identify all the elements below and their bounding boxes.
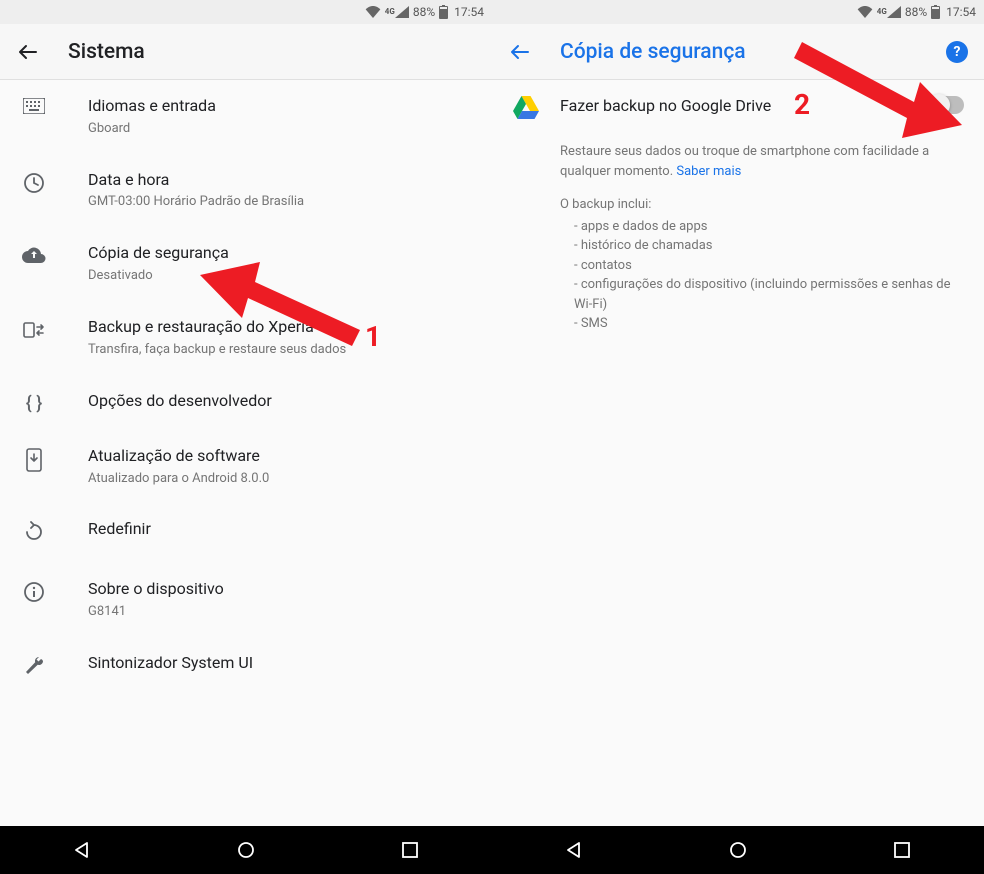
item-software-update[interactable]: Atualização de software Atualizado para … (0, 430, 492, 504)
item-label: Redefinir (88, 519, 476, 540)
nav-recent[interactable] (888, 836, 916, 864)
item-label: Data e hora (88, 170, 476, 191)
item-redefinir[interactable]: Redefinir (0, 503, 492, 563)
bullet-item: SMS (574, 314, 964, 334)
includes-title: O backup inclui: (560, 195, 964, 215)
item-copia-seguranca[interactable]: Cópia de segurança Desativado (0, 227, 492, 301)
item-sub: G8141 (88, 604, 476, 621)
item-sobre[interactable]: Sobre o dispositivo G8141 (0, 563, 492, 637)
item-sub: GMT-03:00 Horário Padrão de Brasília (88, 194, 476, 211)
back-button[interactable] (508, 40, 532, 64)
item-idiomas[interactable]: Idiomas e entrada Gboard (0, 80, 492, 154)
signal-icon: 4G (385, 6, 409, 18)
status-bar: 4G 88% 17:54 (0, 0, 492, 24)
item-label: Cópia de segurança (88, 243, 476, 264)
item-label: Idiomas e entrada (88, 96, 476, 117)
backup-content: Fazer backup no Google Drive Restaure se… (492, 80, 984, 826)
item-sub: Gboard (88, 121, 476, 138)
app-bar-sistema: Sistema (0, 24, 492, 80)
item-backup-xperia[interactable]: Backup e restauração do Xperia™ Transfir… (0, 301, 492, 375)
status-time: 17:54 (946, 5, 976, 19)
page-title: Cópia de segurança (560, 40, 746, 64)
backup-toggle-row[interactable]: Fazer backup no Google Drive (492, 80, 984, 134)
signal-icon: 4G (877, 6, 901, 18)
info-icon (23, 581, 45, 607)
learn-more-link[interactable]: Saber mais (676, 164, 741, 179)
backup-description: Restaure seus dados ou troque de smartph… (492, 134, 984, 334)
clock-icon (23, 172, 45, 198)
item-sub: Transfira, faça backup e restaure seus d… (88, 342, 476, 359)
status-bar: 4G 88% 17:54 (492, 0, 984, 24)
nav-home[interactable] (724, 836, 752, 864)
backup-toggle[interactable] (930, 96, 964, 114)
status-time: 17:54 (454, 5, 484, 19)
item-label: Atualização de software (88, 446, 476, 467)
nav-recent[interactable] (396, 836, 424, 864)
toggle-label: Fazer backup no Google Drive (560, 94, 930, 115)
help-button[interactable]: ? (946, 41, 968, 63)
nav-back[interactable] (560, 836, 588, 864)
item-label: Sobre o dispositivo (88, 579, 476, 600)
back-button[interactable] (16, 40, 40, 64)
battery-icon (439, 5, 448, 19)
keyboard-icon (23, 98, 45, 118)
page-title: Sistema (68, 40, 145, 64)
battery-percent: 88% (905, 5, 927, 19)
wifi-icon (365, 6, 381, 18)
wifi-icon (857, 6, 873, 18)
bullet-item: contatos (574, 256, 964, 276)
screen-sistema: 4G 88% 17:54 Sistema Idiomas e entrada G… (0, 0, 492, 874)
app-bar-backup: Cópia de segurança ? (492, 24, 984, 80)
item-dev-options[interactable]: { } Opções do desenvolvedor (0, 375, 492, 430)
download-device-icon (26, 448, 42, 476)
item-label: Opções do desenvolvedor (88, 391, 476, 412)
item-sub: Desativado (88, 268, 476, 285)
item-data-hora[interactable]: Data e hora GMT-03:00 Horário Padrão de … (0, 154, 492, 228)
bullet-item: histórico de chamadas (574, 236, 964, 256)
screen-backup: 4G 88% 17:54 Cópia de segurança ? Fazer … (492, 0, 984, 874)
cloud-upload-icon (22, 245, 46, 267)
item-label: Backup e restauração do Xperia™ (88, 317, 476, 338)
reset-icon (23, 521, 45, 547)
transfer-icon (23, 319, 45, 345)
braces-icon: { } (26, 393, 42, 414)
google-drive-icon (513, 96, 539, 124)
battery-icon (931, 5, 940, 19)
nav-home[interactable] (232, 836, 260, 864)
bullet-item: configurações do dispositivo (incluindo … (574, 275, 964, 314)
item-system-ui-tuner[interactable]: Sintonizador System UI (0, 637, 492, 697)
nav-bar (0, 826, 492, 874)
nav-back[interactable] (68, 836, 96, 864)
item-sub: Atualizado para o Android 8.0.0 (88, 471, 476, 488)
wrench-icon (23, 655, 45, 681)
desc-text: Restaure seus dados ou troque de smartph… (560, 144, 929, 179)
battery-percent: 88% (413, 5, 435, 19)
item-label: Sintonizador System UI (88, 653, 476, 674)
nav-bar (492, 826, 984, 874)
bullet-item: apps e dados de apps (574, 217, 964, 237)
settings-list: Idiomas e entrada Gboard Data e hora GMT… (0, 80, 492, 826)
